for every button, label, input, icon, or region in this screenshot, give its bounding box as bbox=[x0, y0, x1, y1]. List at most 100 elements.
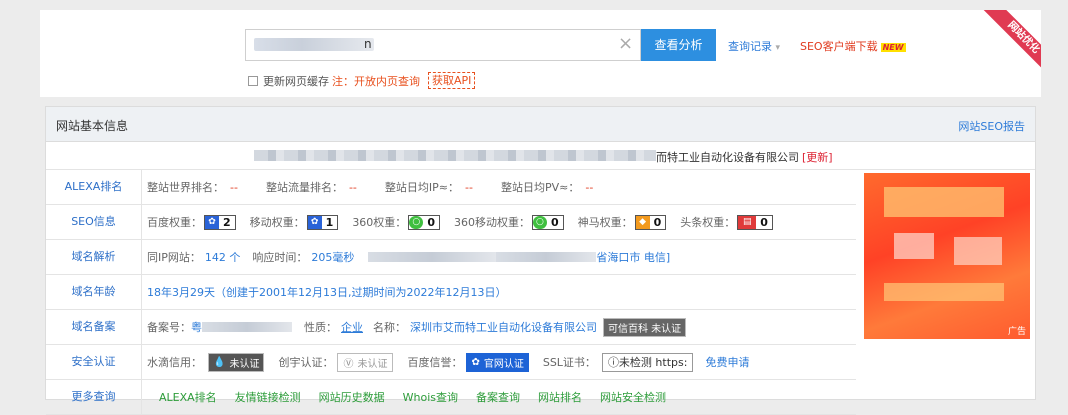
baidu-paw-icon: ✿ bbox=[471, 356, 480, 368]
daily-pv-label: 整站日均PV≈： bbox=[500, 181, 580, 194]
baidu-credit-badge[interactable]: ✿ 官网认证 bbox=[466, 352, 529, 372]
baidu-weight-badge[interactable]: ✿ 2 bbox=[204, 214, 236, 230]
s360m-weight-badge[interactable]: ○ 0 bbox=[531, 214, 564, 230]
s360-weight-value: 0 bbox=[427, 215, 435, 229]
row-security: 安全认证 水滴信用： 💧 未认证 创宇认证： Ⓥ 未认证 百度信誉： ✿ 官网认证 S… bbox=[46, 345, 856, 380]
seo-client-label: SEO客户端下载 bbox=[800, 40, 878, 53]
more-link-icp[interactable]: 备案查询 bbox=[476, 389, 520, 405]
trust-wiki-label: 可信百科 未认证 bbox=[608, 323, 682, 335]
ssl-badge[interactable]: ⓘ未检测 https: bbox=[601, 352, 694, 372]
world-rank-value: -- bbox=[230, 180, 238, 194]
row-label-more[interactable]: 更多查询 bbox=[46, 380, 142, 414]
alexa-content: 整站世界排名： -- 整站流量排名： -- 整站日均IP≈： -- 整站日均PV≈： -… bbox=[147, 170, 599, 204]
free-apply-link[interactable]: 免费申请 bbox=[705, 354, 749, 370]
baidu-weight-label: 百度权重： bbox=[147, 216, 202, 229]
same-ip-label: 同IP网站： bbox=[147, 251, 201, 264]
s360-weight-badge[interactable]: ○ 0 bbox=[408, 214, 440, 230]
site-name-tail: 而特工业自动化设备有限公司 [更新] bbox=[656, 149, 833, 165]
ad-banner[interactable]: 广告 bbox=[864, 173, 1030, 339]
row-label-seo[interactable]: SEO信息 bbox=[46, 205, 142, 239]
section-header: 网站基本信息 网站SEO报告 bbox=[46, 107, 1035, 142]
site-name-line: 而特工业自动化设备有限公司 [更新] bbox=[46, 142, 1035, 170]
new-badge: NEW bbox=[880, 43, 906, 52]
daily-ip-label: 整站日均IP≈： bbox=[384, 181, 460, 194]
same-ip-link[interactable]: 142 个 bbox=[205, 249, 241, 265]
security-content: 水滴信用： 💧 未认证 创宇认证： Ⓥ 未认证 百度信誉： ✿ 官网认证 SSL证书：… bbox=[147, 345, 749, 379]
s360-logo-icon: ○ bbox=[409, 215, 424, 229]
search-value-tail: n bbox=[364, 37, 372, 51]
history-dropdown[interactable]: 查询记录 ▾ bbox=[728, 38, 780, 54]
row-label-icp[interactable]: 域名备案 bbox=[46, 310, 142, 344]
row-alexa: ALEXA排名 整站世界排名： -- 整站流量排名： -- 整站日均IP≈： -- 整… bbox=[46, 170, 856, 205]
traffic-rank-label: 整站流量排名： bbox=[265, 181, 343, 194]
close-icon[interactable]: × bbox=[618, 33, 633, 54]
chevron-down-icon: ▾ bbox=[775, 43, 781, 53]
row-label-alexa[interactable]: ALEXA排名 bbox=[46, 170, 142, 204]
domain-age-value[interactable]: 18年3月29天（创建于2001年12月13日,过期时间为2022年12月13日… bbox=[147, 284, 506, 300]
shield-v-icon: Ⓥ bbox=[343, 358, 354, 370]
response-time-label: 响应时间： bbox=[252, 251, 308, 264]
ip-location-redacted bbox=[368, 252, 497, 262]
row-icp: 域名备案 备案号： 粤 性质： 企业 名称： 深圳市艾而特工业自动化设备有限公司… bbox=[46, 310, 856, 345]
mobile-weight-value: 1 bbox=[325, 215, 334, 229]
company-name-value[interactable]: 深圳市艾而特工业自动化设备有限公司 bbox=[410, 319, 597, 335]
toutiao-weight-label: 头条权重： bbox=[680, 216, 736, 229]
row-seo: SEO信息 百度权重： ✿ 2 移动权重： ✿ 1 360权重： ○ 0 360移动权… bbox=[46, 205, 856, 240]
seo-client-download-link[interactable]: SEO客户端下载 NEW bbox=[800, 38, 906, 54]
baidu-credit-label: 百度信誉： bbox=[407, 356, 463, 369]
trust-wiki-badge[interactable]: 可信百科 未认证 bbox=[603, 317, 687, 337]
more-link-history[interactable]: 网站历史数据 bbox=[319, 389, 385, 405]
icp-no-redacted bbox=[202, 322, 292, 332]
corner-ribbon[interactable]: 网站优化 bbox=[981, 10, 1041, 70]
search-value-redacted bbox=[254, 38, 374, 51]
s360m-weight-value: 0 bbox=[550, 215, 559, 229]
nature-value[interactable]: 企业 bbox=[341, 319, 363, 335]
options-row: 更新网页缓存 注：开放内页查询 获取API bbox=[248, 72, 476, 89]
site-name-text: 而特工业自动化设备有限公司 bbox=[656, 151, 799, 164]
baidu-paw-icon: ✿ bbox=[205, 215, 219, 229]
shuidi-badge[interactable]: 💧 未认证 bbox=[208, 352, 265, 372]
history-label: 查询记录 bbox=[728, 40, 772, 53]
toutiao-weight-badge[interactable]: ▤ 0 bbox=[737, 214, 773, 230]
water-drop-icon: 💧 bbox=[213, 356, 226, 368]
icp-content: 备案号： 粤 性质： 企业 名称： 深圳市艾而特工业自动化设备有限公司 可信百科… bbox=[147, 310, 687, 344]
more-link-whois[interactable]: Whois查询 bbox=[403, 389, 458, 405]
mobile-weight-badge[interactable]: ✿ 1 bbox=[306, 214, 339, 230]
more-link-rank[interactable]: 网站排名 bbox=[538, 389, 582, 405]
icp-no-label: 备案号： bbox=[147, 321, 191, 334]
daily-pv-value: -- bbox=[585, 180, 594, 194]
get-api-link[interactable]: 获取API bbox=[428, 72, 476, 89]
refresh-cache-checkbox[interactable] bbox=[248, 75, 258, 86]
more-links: ALEXA排名 友情链接检测 网站历史数据 Whois查询 备案查询 网站排名 … bbox=[159, 380, 684, 414]
more-link-security[interactable]: 网站安全检测 bbox=[600, 389, 666, 405]
shenma-weight-value: 0 bbox=[653, 215, 662, 229]
analyze-button[interactable]: 查看分析 bbox=[641, 29, 716, 61]
s360-weight-label: 360权重： bbox=[352, 216, 407, 229]
row-label-security[interactable]: 安全认证 bbox=[46, 345, 142, 379]
row-label-age[interactable]: 域名年龄 bbox=[46, 275, 142, 309]
row-more: 更多查询 ALEXA排名 友情链接检测 网站历史数据 Whois查询 备案查询 … bbox=[46, 380, 856, 415]
row-dns: 域名解析 同IP网站： 142 个 响应时间： 205毫秒 省海口市 电信] bbox=[46, 240, 856, 275]
icp-no-head[interactable]: 粤 bbox=[191, 319, 202, 335]
more-link-alexa[interactable]: ALEXA排名 bbox=[159, 389, 217, 405]
shuidi-label: 水滴信用： bbox=[147, 356, 202, 369]
more-link-friendlinks[interactable]: 友情链接检测 bbox=[235, 389, 301, 405]
row-label-dns[interactable]: 域名解析 bbox=[46, 240, 142, 274]
shuidi-tag: 未认证 bbox=[229, 358, 260, 370]
search-input[interactable]: n × bbox=[245, 29, 641, 61]
update-link[interactable]: [更新] bbox=[802, 151, 833, 164]
site-info-section: 网站基本信息 网站SEO报告 而特工业自动化设备有限公司 [更新] ALEXA排名… bbox=[45, 106, 1036, 415]
shenma-weight-label: 神马权重： bbox=[577, 216, 633, 229]
daily-ip-value: -- bbox=[465, 180, 473, 194]
traffic-rank-value: -- bbox=[348, 180, 357, 194]
seo-report-link[interactable]: 网站SEO报告 bbox=[958, 118, 1025, 134]
s360m-weight-label: 360移动权重： bbox=[453, 216, 530, 229]
chuangyu-badge[interactable]: Ⓥ 未认证 bbox=[337, 352, 394, 372]
seo-content: 百度权重： ✿ 2 移动权重： ✿ 1 360权重： ○ 0 360移动权重： ○ 0 … bbox=[147, 205, 773, 239]
ad-label: 广告 bbox=[1007, 327, 1026, 337]
chuangyu-tag: 未认证 bbox=[357, 358, 388, 370]
chuangyu-label: 创宇认证： bbox=[278, 356, 334, 369]
shenma-weight-badge[interactable]: ◆ 0 bbox=[634, 214, 667, 230]
age-content: 18年3月29天（创建于2001年12月13日,过期时间为2022年12月13日… bbox=[147, 275, 506, 309]
shenma-logo-icon: ◆ bbox=[635, 215, 650, 229]
